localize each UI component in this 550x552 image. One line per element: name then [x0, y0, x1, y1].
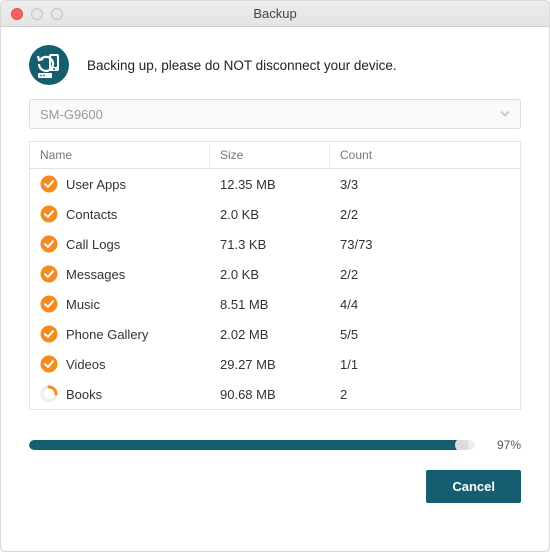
table-row: Phone Gallery 2.02 MB5/5: [30, 319, 520, 349]
table-row: Contacts 2.0 KB2/2: [30, 199, 520, 229]
progress-fill: [29, 440, 462, 450]
row-count: 4/4: [330, 297, 520, 312]
row-size: 2.02 MB: [210, 327, 330, 342]
row-name: Music: [66, 297, 100, 312]
check-circle-icon: [40, 205, 58, 223]
footer: Cancel: [29, 470, 521, 503]
col-header-count: Count: [330, 142, 520, 168]
check-circle-icon: [40, 265, 58, 283]
window: Backup Backing up, please do NOT disconn…: [0, 0, 550, 552]
titlebar: Backup: [1, 1, 549, 27]
progress-bar: [29, 440, 475, 450]
progress: 97%: [29, 438, 521, 452]
row-name: User Apps: [66, 177, 126, 192]
backup-icon: [29, 45, 69, 85]
check-circle-icon: [40, 295, 58, 313]
table-row: Music 8.51 MB4/4: [30, 289, 520, 319]
device-selected-label: SM-G9600: [40, 107, 103, 122]
check-circle-icon: [40, 235, 58, 253]
window-title: Backup: [1, 6, 549, 21]
spinner-icon: [40, 385, 58, 403]
table-row: Videos 29.27 MB1/1: [30, 349, 520, 379]
row-size: 71.3 KB: [210, 237, 330, 252]
row-count: 2: [330, 387, 520, 402]
row-count: 1/1: [330, 357, 520, 372]
device-select[interactable]: SM-G9600: [29, 99, 521, 129]
content: Backing up, please do NOT disconnect you…: [1, 27, 549, 551]
status-message: Backing up, please do NOT disconnect you…: [87, 58, 397, 73]
row-name: Books: [66, 387, 102, 402]
table-body: User Apps12.35 MB3/3Contacts2.0 KB2/2Cal…: [30, 169, 520, 409]
check-circle-icon: [40, 355, 58, 373]
table-row: User Apps 12.35 MB3/3: [30, 169, 520, 199]
row-count: 5/5: [330, 327, 520, 342]
progress-percent: 97%: [485, 438, 521, 452]
row-size: 29.27 MB: [210, 357, 330, 372]
row-size: 90.68 MB: [210, 387, 330, 402]
table-row: Books 90.68 MB2: [30, 379, 520, 409]
col-header-size: Size: [210, 142, 330, 168]
chevron-down-icon: [500, 107, 510, 122]
row-name: Phone Gallery: [66, 327, 148, 342]
cancel-button[interactable]: Cancel: [426, 470, 521, 503]
row-count: 73/73: [330, 237, 520, 252]
header: Backing up, please do NOT disconnect you…: [29, 45, 521, 85]
table-header: Name Size Count: [30, 142, 520, 169]
row-size: 2.0 KB: [210, 207, 330, 222]
row-name: Videos: [66, 357, 106, 372]
row-count: 2/2: [330, 267, 520, 282]
row-count: 3/3: [330, 177, 520, 192]
row-name: Call Logs: [66, 237, 120, 252]
row-name: Contacts: [66, 207, 117, 222]
check-circle-icon: [40, 175, 58, 193]
backup-table: Name Size Count User Apps 12.35 MB3/3 Cont…: [29, 141, 521, 410]
row-size: 8.51 MB: [210, 297, 330, 312]
col-header-name: Name: [30, 142, 210, 168]
table-row: Call Logs 71.3 KB73/73: [30, 229, 520, 259]
row-size: 2.0 KB: [210, 267, 330, 282]
row-count: 2/2: [330, 207, 520, 222]
progress-knob: [455, 440, 469, 450]
table-row: Messages 2.0 KB2/2: [30, 259, 520, 289]
row-size: 12.35 MB: [210, 177, 330, 192]
row-name: Messages: [66, 267, 125, 282]
check-circle-icon: [40, 325, 58, 343]
